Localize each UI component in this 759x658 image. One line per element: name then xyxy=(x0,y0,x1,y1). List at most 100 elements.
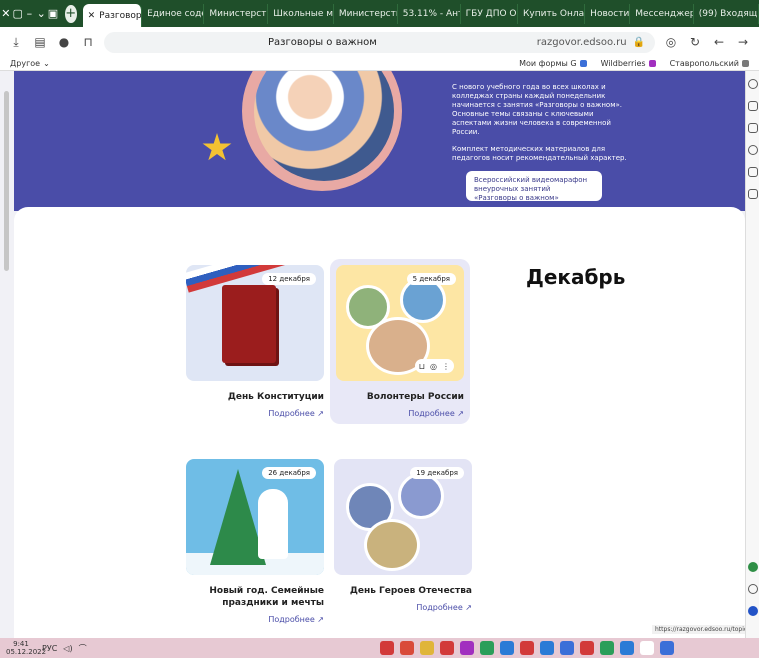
taskbar-app-icon[interactable] xyxy=(560,641,574,655)
taskbar-app-icon[interactable] xyxy=(480,641,494,655)
bookmark-label: Wildberries xyxy=(600,59,646,68)
tab-search-icon[interactable]: ⌄ xyxy=(35,0,47,27)
camera-icon[interactable]: ◎ xyxy=(430,362,437,371)
close-window-icon[interactable]: ✕ xyxy=(0,0,12,27)
forms-icon xyxy=(579,60,587,67)
add-panel-icon[interactable] xyxy=(747,584,758,594)
star-icon xyxy=(202,133,232,161)
tab-label: Мессенджеры xyxy=(635,8,693,19)
bookmarks-bar: Другое ⌄ Мои формы G Wildberries Ставропо… xyxy=(0,57,759,71)
screenshot-icon[interactable] xyxy=(747,189,758,199)
page-icon xyxy=(742,60,749,67)
lesson-card-constitution[interactable]: 12 декабря День Конституции Подробнее ↗ xyxy=(186,265,324,418)
scrollbar-thumb[interactable] xyxy=(4,91,9,271)
card-details-link[interactable]: Подробнее ↗ xyxy=(334,603,472,612)
card-title: День Героев Отечества xyxy=(349,586,472,596)
network-icon[interactable]: ⌒ xyxy=(79,643,87,654)
maximize-window-icon[interactable]: ▢ xyxy=(12,0,24,27)
yandex-browser-icon[interactable] xyxy=(440,641,454,655)
back-arrow-icon[interactable]: ← xyxy=(711,34,727,50)
edge-icon[interactable] xyxy=(620,641,634,655)
minimize-window-icon[interactable]: – xyxy=(24,0,36,27)
bookmark-forms[interactable]: Мои формы G xyxy=(519,59,587,68)
volume-icon[interactable]: ◁) xyxy=(63,644,72,653)
taskbar-app-icon[interactable] xyxy=(400,641,414,655)
notes-icon[interactable] xyxy=(747,167,758,177)
bookmarks-other-label: Другое xyxy=(10,59,41,68)
month-section: Декабрь 5 декабря ⊔ ◎ ⋮ Волонтеры России… xyxy=(14,207,745,638)
windows-start-icon[interactable] xyxy=(660,641,674,655)
forward-arrow-icon[interactable]: → xyxy=(735,34,751,50)
taskbar-app-icon[interactable] xyxy=(580,641,594,655)
workspaces-icon[interactable]: ▣ xyxy=(47,0,59,27)
tab-novosti[interactable]: Новости xyxy=(585,3,631,24)
tab-razgovory[interactable]: ✕ Разговоры xyxy=(82,4,143,27)
messenger-icon[interactable] xyxy=(747,562,758,572)
taskbar-app-icon[interactable] xyxy=(640,641,654,655)
lesson-card-heroes[interactable]: 19 декабря День Героев Отечества Подробн… xyxy=(334,459,472,612)
card-image: 12 декабря xyxy=(186,265,324,381)
bookmark-label: Ставропольский xyxy=(669,59,739,68)
date-badge: 19 декабря xyxy=(410,467,464,479)
excel-icon[interactable] xyxy=(600,641,614,655)
taskbar: 9:41 05.12.2022 РУС ◁) ⌒ xyxy=(0,638,759,658)
tab-shkolnye[interactable]: Школьные мат xyxy=(268,3,334,24)
downloads-icon[interactable] xyxy=(747,145,758,155)
screen: ✕ ▢ – ⌄ ▣ + ✕ Разговоры Единое содер Мин… xyxy=(0,0,759,658)
card-image: 5 декабря ⊔ ◎ ⋮ xyxy=(336,265,464,381)
folder-icon[interactable] xyxy=(420,641,434,655)
tab-bar: ✕ ▢ – ⌄ ▣ + ✕ Разговоры Единое содер Мин… xyxy=(0,0,759,27)
bookmark-icon[interactable]: ⊔ xyxy=(419,362,425,371)
lesson-card-newyear[interactable]: 26 декабря Новый год. Семейные праздники… xyxy=(186,459,324,624)
tab-label: Купить Онлайн xyxy=(523,8,585,19)
card-details-link[interactable]: Подробнее ↗ xyxy=(336,409,464,418)
collections-icon[interactable] xyxy=(747,123,758,133)
assistant-icon[interactable] xyxy=(747,606,758,616)
card-details-link[interactable]: Подробнее ↗ xyxy=(186,615,324,624)
taskbar-app-icon[interactable] xyxy=(520,641,534,655)
profile-avatar[interactable]: ● xyxy=(56,34,72,50)
videomarathon-button[interactable]: Всероссийский видеомарафон внеурочных за… xyxy=(466,171,602,202)
tab-gbu-dpo[interactable]: ГБУ ДПО ОО xyxy=(461,3,519,24)
card-actions: ⊔ ◎ ⋮ xyxy=(414,359,454,373)
tab-label: Единое содер xyxy=(147,8,203,19)
history-icon[interactable] xyxy=(747,79,758,89)
reload-icon[interactable]: ↻ xyxy=(687,34,703,50)
taskbar-app-icon[interactable] xyxy=(380,641,394,655)
download-icon[interactable]: ⤓ xyxy=(8,34,24,50)
tab-anti[interactable]: 53.11% - Анти xyxy=(398,3,461,24)
bookmarks-other[interactable]: Другое ⌄ xyxy=(10,59,50,68)
tab-ministerstvo-1[interactable]: Министерство xyxy=(334,3,398,24)
card-title: Волонтеры России xyxy=(366,392,464,402)
chrome-icon[interactable] xyxy=(500,641,514,655)
tab-inbox[interactable]: (99) Входящие xyxy=(694,3,759,24)
tab-ministerstvo-2[interactable]: Министерство xyxy=(204,3,269,24)
chevron-down-icon: ⌄ xyxy=(43,59,50,68)
lesson-card-volunteers[interactable]: 5 декабря ⊔ ◎ ⋮ Волонтеры России Подробн… xyxy=(330,259,470,424)
address-bar[interactable]: Разговоры о важном razgovor.edsoo.ru 🔒 xyxy=(104,31,655,53)
language-indicator[interactable]: РУС xyxy=(42,644,57,653)
extension-icon[interactable]: ◎ xyxy=(663,34,679,50)
taskbar-app-icon[interactable] xyxy=(460,641,474,655)
word-icon[interactable] xyxy=(540,641,554,655)
page-viewport[interactable]: С нового учебного года во всех школах и … xyxy=(0,71,745,638)
reader-icon[interactable]: ▤ xyxy=(32,34,48,50)
taskbar-clock[interactable]: 9:41 05.12.2022 xyxy=(6,640,46,656)
tab-kupit[interactable]: Купить Онлайн xyxy=(518,3,586,24)
card-details-link[interactable]: Подробнее ↗ xyxy=(186,409,324,418)
bookmark-stavropol[interactable]: Ставропольский xyxy=(670,59,749,68)
tab-messengers[interactable]: Мессенджеры xyxy=(630,3,694,24)
tab-label: Разговоры xyxy=(99,10,142,21)
month-title: Декабрь xyxy=(526,265,626,289)
wildberries-icon xyxy=(648,60,656,67)
bookmark-wildberries[interactable]: Wildberries xyxy=(601,59,656,68)
new-tab-button[interactable]: + xyxy=(64,4,77,23)
tab-edinoe[interactable]: Единое содер xyxy=(142,3,205,24)
date-badge: 12 декабря xyxy=(262,273,316,285)
favorites-icon[interactable] xyxy=(747,101,758,111)
tab-label: Министерство xyxy=(209,8,267,19)
bookmark-icon[interactable]: ⊓ xyxy=(80,34,96,50)
photo-bubble xyxy=(364,519,420,571)
more-icon[interactable]: ⋮ xyxy=(442,362,450,371)
tab-close-icon[interactable]: ✕ xyxy=(88,11,96,21)
